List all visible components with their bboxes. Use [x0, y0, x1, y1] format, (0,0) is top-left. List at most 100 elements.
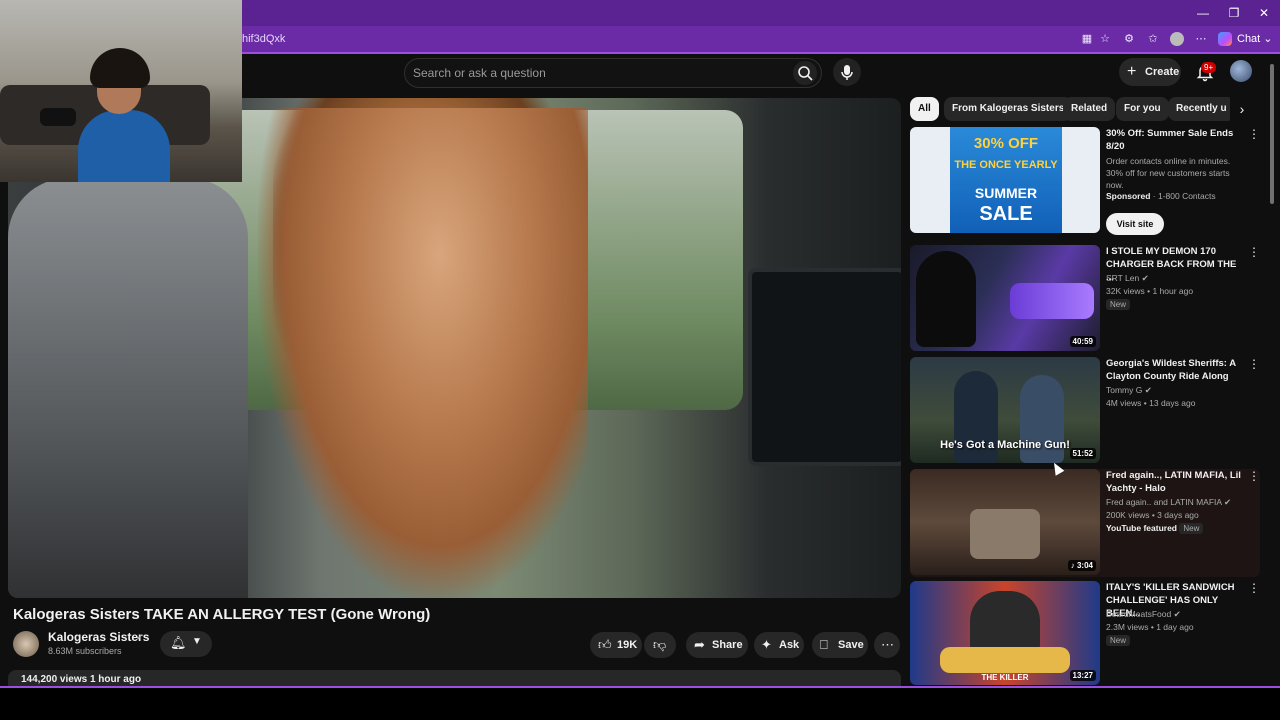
webcam-microphone	[40, 108, 76, 126]
plus-icon: +	[1127, 63, 1137, 80]
ad-thumb-text-4: SALE	[979, 203, 1033, 225]
video-frame-person	[258, 108, 588, 598]
channel-name[interactable]: Kalogeras Sisters	[48, 630, 149, 644]
bell-outline-icon: 🔔︎	[170, 635, 187, 650]
create-button[interactable]: + Create	[1119, 58, 1181, 86]
profile-icon[interactable]	[1170, 32, 1184, 46]
save-button[interactable]: ⎕ Save	[812, 632, 868, 658]
url-text[interactable]: hif3dQxk	[242, 26, 285, 52]
chip-from-channel[interactable]: From Kalogeras Sisters	[944, 97, 1073, 121]
subscription-bell-button[interactable]: 🔔︎ ▼	[160, 631, 212, 657]
channel-avatar[interactable]	[13, 631, 39, 657]
chip-for-you[interactable]: For you	[1116, 97, 1169, 121]
sparkle-icon: ✦	[761, 637, 772, 652]
kebab-menu-icon[interactable]: ⋮	[1248, 357, 1260, 371]
favorite-star-icon[interactable]: ☆	[1098, 32, 1112, 46]
share-button[interactable]: ➦ Share	[686, 632, 748, 658]
video-title: Kalogeras Sisters TAKE AN ALLERGY TEST (…	[13, 606, 431, 623]
channel-line: Tommy G ✔	[1106, 385, 1152, 396]
chip-recently-uploaded[interactable]: Recently u	[1168, 97, 1230, 121]
channel-line: BeardMeatsFood ✔	[1106, 609, 1181, 620]
video-card[interactable]: He's Got a Machine Gun! 51:52 Georgia's …	[910, 357, 1260, 465]
filter-chips: All From Kalogeras Sisters Related For y…	[910, 97, 1230, 121]
scrollbar-thumb[interactable]	[1270, 64, 1274, 204]
chat-label: Chat	[1237, 33, 1261, 45]
thumb-car	[1010, 283, 1094, 319]
search-box[interactable]: Search or ask a question	[404, 58, 822, 88]
video-thumbnail[interactable]: ♪ 3:04	[910, 469, 1100, 575]
like-button[interactable]: 👍︎ 19K	[590, 632, 642, 658]
more-menu-icon[interactable]: ⋯	[1194, 32, 1208, 46]
favorites-icon[interactable]: ✩	[1146, 32, 1160, 46]
video-card-hovered[interactable]: ♪ 3:04 Fred again.., LATIN MAFIA, Lil Ya…	[910, 469, 1260, 577]
window-border	[0, 686, 1280, 688]
new-badge: New	[1106, 635, 1131, 646]
advertiser-name: 1-800 Contacts	[1157, 191, 1216, 201]
video-duration: 13:27	[1069, 670, 1096, 681]
ad-thumb-text-2: THE ONCE YEARLY	[954, 159, 1058, 171]
ad-thumbnail[interactable]: 30% OFF THE ONCE YEARLY SUMMER SALE	[910, 127, 1100, 233]
verified-icon: ✔	[1144, 385, 1152, 395]
save-label: Save	[838, 639, 864, 651]
more-horizontal-icon: ⋯	[881, 637, 894, 652]
kebab-menu-icon[interactable]: ⋮	[1248, 245, 1260, 259]
chips-next-arrow[interactable]: ›	[1232, 97, 1252, 121]
channel-name[interactable]: Fred again.. and LATIN MAFIA	[1106, 497, 1222, 507]
verified-icon: ✔	[1223, 497, 1232, 507]
notification-badge: 9+	[1201, 62, 1217, 73]
channel-name[interactable]: SRT Len	[1106, 273, 1139, 283]
thumb-scene	[970, 509, 1040, 559]
visit-site-button[interactable]: Visit site	[1106, 213, 1164, 235]
video-meta: 200K views • 3 days ago	[1106, 510, 1199, 520]
kebab-menu-icon[interactable]: ⋮	[1248, 581, 1260, 595]
kebab-menu-icon[interactable]: ⋮	[1248, 469, 1260, 483]
account-avatar[interactable]	[1230, 60, 1252, 82]
chip-related[interactable]: Related	[1063, 97, 1116, 121]
video-title[interactable]: Fred again.., LATIN MAFIA, Lil Yachty - …	[1106, 469, 1246, 495]
webcam-overlay	[0, 0, 242, 182]
description-box[interactable]: 144,200 views 1 hour ago	[8, 670, 901, 686]
copilot-chat-button[interactable]: Chat ⌄	[1218, 30, 1273, 48]
video-frame-seat	[8, 178, 248, 598]
video-meta: 32K views • 1 hour ago	[1106, 286, 1194, 296]
ad-sponsor-line: Sponsored · 1-800 Contacts	[1106, 191, 1216, 201]
thumb-sandwich	[940, 647, 1070, 673]
chevron-down-icon: ▼	[192, 636, 202, 647]
minimize-button[interactable]: —	[1187, 0, 1219, 26]
thumb-figure	[916, 251, 976, 347]
search-button[interactable]	[793, 61, 817, 85]
channel-name[interactable]: Tommy G	[1106, 385, 1142, 395]
restore-button[interactable]: ❐	[1218, 0, 1250, 26]
channel-line: SRT Len ✔	[1106, 273, 1149, 284]
video-card[interactable]: THE KILLER 13:27 ITALY'S 'KILLER SANDWIC…	[910, 581, 1260, 685]
chip-all[interactable]: All	[910, 97, 939, 121]
close-button[interactable]: ✕	[1248, 0, 1280, 26]
ad-thumb-text-3: SUMMER	[974, 185, 1038, 201]
view-count: 144,200 views 1 hour ago	[21, 674, 142, 685]
new-badge: New	[1106, 299, 1131, 310]
video-title[interactable]: Georgia's Wildest Sheriffs: A Clayton Co…	[1106, 357, 1246, 383]
ask-button[interactable]: ✦ Ask	[754, 632, 804, 658]
verified-icon: ✔	[1141, 273, 1149, 283]
video-card[interactable]: 40:59 I STOLE MY DEMON 170 CHARGER BACK …	[910, 245, 1260, 353]
thumbs-down-icon: 👎︎	[653, 637, 667, 652]
video-thumbnail[interactable]: THE KILLER 13:27	[910, 581, 1100, 685]
more-actions-button[interactable]: ⋯	[874, 632, 900, 658]
featured-label: YouTube featured	[1106, 523, 1177, 533]
extension-icon[interactable]: ⚙	[1122, 32, 1136, 46]
bookmark-icon: ⎕	[820, 637, 828, 652]
video-thumbnail[interactable]: He's Got a Machine Gun! 51:52	[910, 357, 1100, 463]
new-badge: New	[1179, 523, 1204, 534]
dislike-button[interactable]: 👎︎	[644, 632, 676, 658]
webcam-person-hair	[90, 48, 150, 88]
subscriber-count: 8.63M subscribers	[48, 646, 122, 656]
channel-name[interactable]: BeardMeatsFood	[1106, 609, 1171, 619]
ad-card[interactable]: 30% OFF THE ONCE YEARLY SUMMER SALE 30% …	[910, 127, 1260, 235]
video-duration: ♪ 3:04	[1067, 560, 1096, 571]
split-screen-icon[interactable]: ▦	[1080, 32, 1094, 46]
verified-icon: ✔	[136, 632, 144, 642]
ad-title[interactable]: 30% Off: Summer Sale Ends 8/20	[1106, 127, 1246, 153]
voice-search-button[interactable]	[833, 58, 861, 86]
kebab-menu-icon[interactable]: ⋮	[1248, 127, 1260, 141]
video-thumbnail[interactable]: 40:59	[910, 245, 1100, 351]
